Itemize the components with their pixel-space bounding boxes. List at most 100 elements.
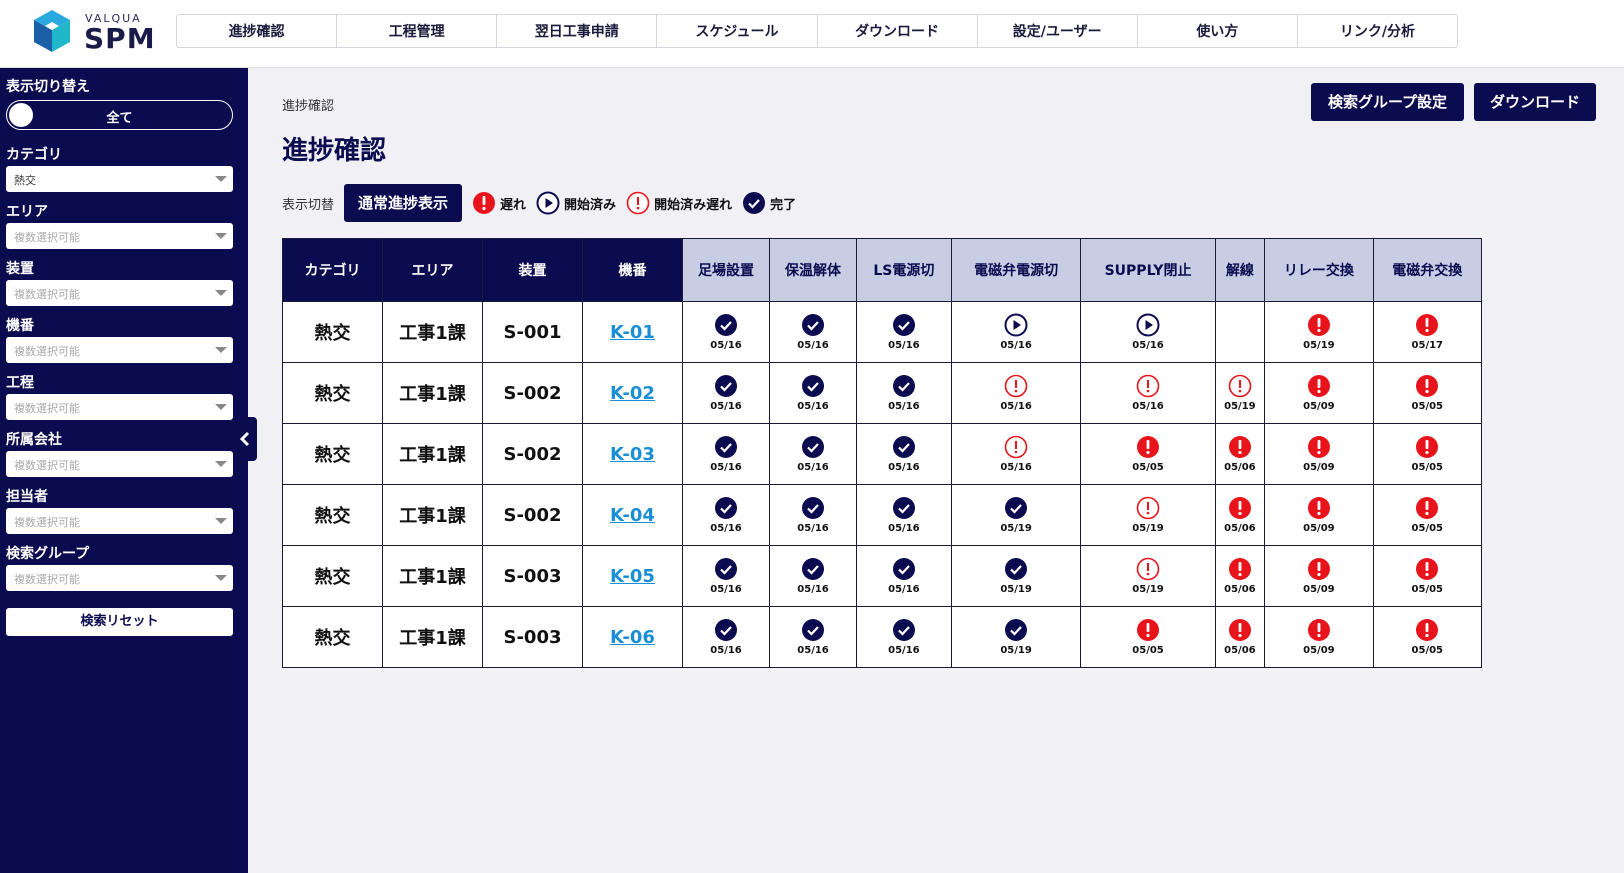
step-date: 05/16 [797, 523, 829, 534]
step-status: 05/16 [1081, 374, 1214, 412]
step-status-cell[interactable]: 05/16 [681, 423, 771, 485]
company-select[interactable]: 複数選択可能 [6, 451, 233, 477]
process-select[interactable]: 複数選択可能 [6, 394, 233, 420]
step-status-cell[interactable]: 05/05 [1372, 606, 1483, 668]
step-date: 05/16 [888, 401, 920, 412]
search-reset-button[interactable]: 検索リセット [6, 608, 233, 636]
step-status-cell[interactable]: 05/19 [1264, 301, 1374, 363]
step-status-cell[interactable]: 05/06 [1214, 545, 1266, 607]
step-status-cell[interactable]: 05/16 [769, 484, 858, 546]
machine-link[interactable]: K-01 [610, 322, 655, 343]
step-status-cell[interactable]: 05/05 [1080, 423, 1216, 485]
step-status-cell[interactable]: 05/16 [950, 362, 1082, 424]
step-status-cell[interactable]: 05/19 [1080, 545, 1216, 607]
step-status-cell[interactable]: 05/16 [950, 423, 1082, 485]
step-status-cell[interactable]: 05/05 [1080, 606, 1216, 668]
category-select[interactable]: 熱交 [6, 166, 233, 192]
step-status-cell[interactable]: 05/09 [1264, 545, 1374, 607]
done-check-icon [801, 618, 825, 642]
step-status-cell[interactable]: 05/16 [681, 545, 771, 607]
late-alert-icon [1136, 435, 1160, 459]
sidebar-collapse-button[interactable] [233, 417, 257, 461]
started-play-icon [1136, 313, 1160, 337]
step-status: 05/19 [1265, 313, 1372, 351]
nav-progress[interactable]: 進捗確認 [177, 15, 338, 47]
nav-settings-users[interactable]: 設定/ユーザー [978, 15, 1138, 47]
step-status-cell[interactable]: 05/16 [681, 484, 771, 546]
machine-select[interactable]: 複数選択可能 [6, 337, 233, 363]
normal-progress-button[interactable]: 通常進捗表示 [344, 184, 463, 222]
step-status-cell[interactable]: 05/19 [950, 606, 1082, 668]
download-button[interactable]: ダウンロード [1474, 83, 1596, 121]
step-status-cell[interactable]: 05/05 [1372, 423, 1483, 485]
search-group-select[interactable]: 複数選択可能 [6, 565, 233, 591]
step-status-cell[interactable]: 05/16 [769, 606, 858, 668]
nav-next-day-request[interactable]: 翌日工事申請 [497, 15, 658, 47]
cell-device: S-003 [482, 606, 583, 668]
step-status-cell[interactable]: 05/19 [1214, 362, 1266, 424]
brand-logo[interactable]: VALQUA SPM [30, 8, 160, 58]
step-status-cell[interactable]: 05/16 [856, 606, 952, 668]
step-status-cell[interactable]: 05/19 [950, 545, 1082, 607]
step-status-cell[interactable]: 05/09 [1264, 484, 1374, 546]
display-toggle[interactable]: 全て [6, 100, 233, 130]
cell-category: 熱交 [282, 484, 383, 546]
table-row: 熱交 工事1課 S-003 K-05 05/16 05/16 05/16 05/19 05/19… [282, 545, 1483, 607]
nav-download[interactable]: ダウンロード [818, 15, 978, 47]
step-status-cell[interactable]: 05/16 [856, 362, 952, 424]
step-status-cell[interactable]: 05/19 [1080, 484, 1216, 546]
step-status-cell[interactable]: 05/06 [1214, 606, 1266, 668]
step-status-cell[interactable]: 05/06 [1214, 423, 1266, 485]
step-status-cell[interactable]: 05/05 [1372, 362, 1483, 424]
nav-schedule[interactable]: スケジュール [657, 15, 818, 47]
machine-link[interactable]: K-06 [610, 627, 655, 648]
step-status-cell[interactable]: 05/16 [1080, 362, 1216, 424]
step-status-cell[interactable]: 05/16 [856, 301, 952, 363]
step-date: 05/16 [710, 523, 742, 534]
step-status-cell[interactable]: 05/16 [856, 423, 952, 485]
step-status-cell[interactable]: 05/09 [1264, 362, 1374, 424]
machine-link[interactable]: K-05 [610, 566, 655, 587]
step-status-cell[interactable]: 05/09 [1264, 423, 1374, 485]
legend-started-late-label: 開始済み遅れ [654, 197, 733, 213]
started-late-alert-icon [1136, 374, 1160, 398]
step-status-cell[interactable]: 05/16 [769, 545, 858, 607]
step-status-cell[interactable]: 05/16 [856, 484, 952, 546]
step-date: 05/16 [797, 340, 829, 351]
step-status-cell[interactable]: 05/16 [1080, 301, 1216, 363]
step-date: 05/16 [797, 645, 829, 656]
nav-usage[interactable]: 使い方 [1138, 15, 1298, 47]
nav-links-analysis[interactable]: リンク/分析 [1298, 15, 1457, 47]
person-select[interactable]: 複数選択可能 [6, 508, 233, 534]
step-status-cell[interactable]: 05/16 [769, 423, 858, 485]
machine-link[interactable]: K-02 [610, 383, 655, 404]
step-date: 05/16 [710, 340, 742, 351]
step-status-cell[interactable]: 05/05 [1372, 484, 1483, 546]
area-select[interactable]: 複数選択可能 [6, 223, 233, 249]
step-status-cell[interactable]: 05/09 [1264, 606, 1374, 668]
search-group-select-placeholder: 複数選択可能 [14, 573, 80, 586]
device-select[interactable]: 複数選択可能 [6, 280, 233, 306]
step-date: 05/19 [1132, 523, 1164, 534]
step-status-cell[interactable]: 05/16 [681, 301, 771, 363]
machine-link[interactable]: K-04 [610, 505, 655, 526]
cell-device: S-002 [482, 362, 583, 424]
chevron-down-icon [215, 461, 227, 467]
search-group-settings-button[interactable]: 検索グループ設定 [1311, 83, 1464, 121]
table-row: 熱交 工事1課 S-002 K-02 05/16 05/16 05/16 05/16 05/16… [282, 362, 1483, 424]
machine-link[interactable]: K-03 [610, 444, 655, 465]
step-status-cell[interactable]: 05/16 [769, 362, 858, 424]
step-status-cell[interactable]: 05/17 [1372, 301, 1483, 363]
step-status-cell[interactable]: 05/05 [1372, 545, 1483, 607]
done-check-icon [714, 557, 738, 581]
step-status-cell[interactable]: 05/16 [681, 362, 771, 424]
step-status-cell[interactable]: 05/16 [681, 606, 771, 668]
late-alert-icon [1307, 374, 1331, 398]
step-status-cell[interactable]: 05/16 [769, 301, 858, 363]
step-status-cell[interactable]: 05/19 [950, 484, 1082, 546]
nav-process[interactable]: 工程管理 [337, 15, 498, 47]
step-status-cell[interactable]: 05/16 [950, 301, 1082, 363]
step-status-cell[interactable]: 05/16 [856, 545, 952, 607]
chevron-down-icon [215, 347, 227, 353]
step-status-cell[interactable]: 05/06 [1214, 484, 1266, 546]
